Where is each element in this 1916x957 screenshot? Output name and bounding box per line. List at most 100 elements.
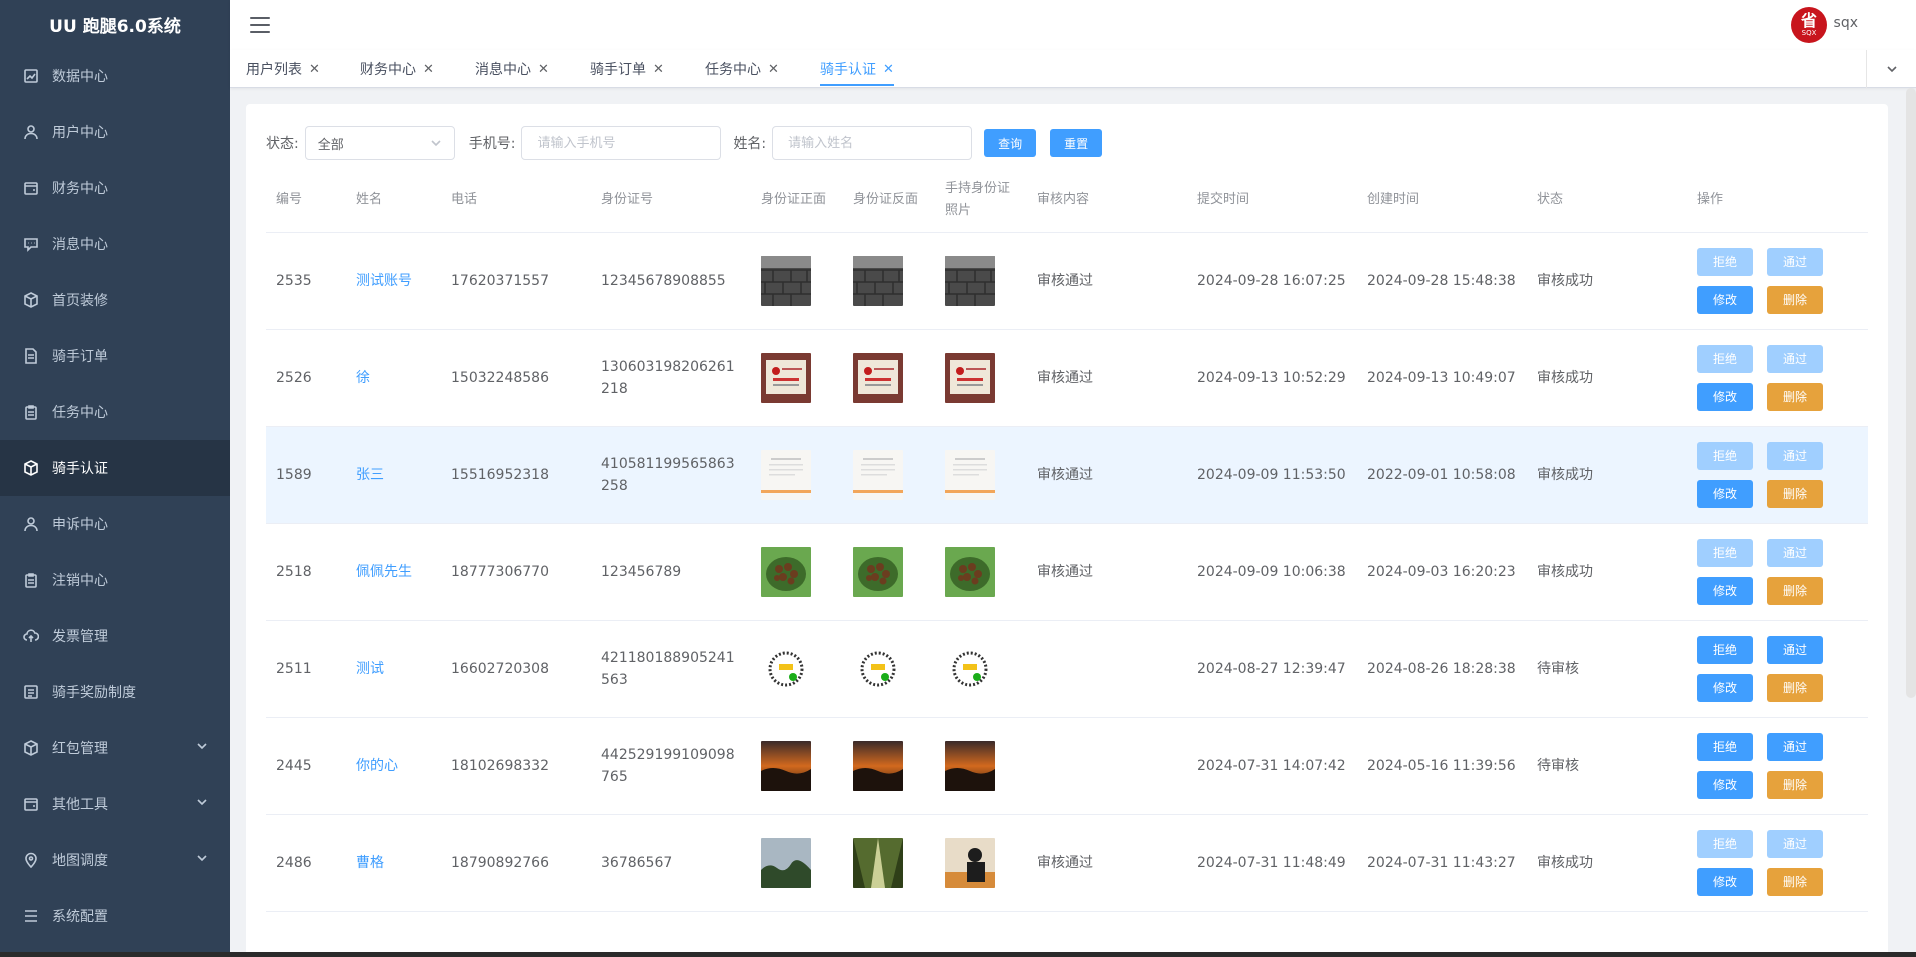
idcard-photo[interactable] xyxy=(761,352,833,403)
approve-button[interactable]: 通过 xyxy=(1767,829,1823,858)
cell-photo-2[interactable] xyxy=(935,329,1027,427)
approve-button[interactable]: 通过 xyxy=(1767,732,1823,761)
search-button[interactable]: 查询 xyxy=(984,129,1037,157)
cell-photo-2[interactable] xyxy=(935,426,1027,524)
close-icon[interactable]: ✕ xyxy=(653,62,664,77)
idcard-photo[interactable] xyxy=(853,352,925,403)
tab-0[interactable]: 用户列表 ✕ xyxy=(246,58,320,80)
cell-name-link[interactable]: 张三 xyxy=(346,426,441,524)
idcard-photo[interactable] xyxy=(945,643,1017,694)
tab-5[interactable]: 骑手认证 ✕ xyxy=(820,58,894,86)
delete-button[interactable]: 删除 xyxy=(1767,770,1823,799)
idcard-photo[interactable] xyxy=(761,255,833,306)
sidebar-item-4[interactable]: 首页装修 xyxy=(0,272,230,328)
approve-button[interactable]: 通过 xyxy=(1767,441,1823,470)
cell-name-link[interactable]: 测试账号 xyxy=(346,232,441,330)
sidebar-item-13[interactable]: 其他工具 xyxy=(0,776,230,832)
reject-button[interactable]: 拒绝 xyxy=(1697,441,1753,470)
table-row[interactable]: 2445 你的心 18102698332 442529199109098765 2024… xyxy=(266,717,1868,815)
phone-input[interactable] xyxy=(521,126,722,160)
cell-name-link[interactable]: 徐 xyxy=(346,329,441,427)
idcard-photo[interactable] xyxy=(853,643,925,694)
sidebar-item-0[interactable]: 数据中心 xyxy=(0,48,230,104)
approve-button[interactable]: 通过 xyxy=(1767,635,1823,664)
sidebar-item-10[interactable]: 发票管理 xyxy=(0,608,230,664)
close-icon[interactable]: ✕ xyxy=(883,62,894,77)
reject-button[interactable]: 拒绝 xyxy=(1697,829,1753,858)
idcard-photo[interactable] xyxy=(761,546,833,597)
cell-name-link[interactable]: 你的心 xyxy=(346,717,441,815)
idcard-photo[interactable] xyxy=(945,255,1017,306)
idcard-photo[interactable] xyxy=(853,740,925,791)
approve-button[interactable]: 通过 xyxy=(1767,344,1823,373)
idcard-photo[interactable] xyxy=(761,740,833,791)
cell-photo-2[interactable] xyxy=(935,523,1027,621)
delete-button[interactable]: 删除 xyxy=(1767,285,1823,314)
tab-3[interactable]: 骑手订单 ✕ xyxy=(590,58,664,80)
cell-photo-0[interactable] xyxy=(751,717,843,815)
delete-button[interactable]: 删除 xyxy=(1767,673,1823,702)
idcard-photo[interactable] xyxy=(761,643,833,694)
cell-photo-1[interactable] xyxy=(843,620,935,718)
sidebar-item-5[interactable]: 骑手订单 xyxy=(0,328,230,384)
edit-button[interactable]: 修改 xyxy=(1697,673,1753,702)
cell-photo-2[interactable] xyxy=(935,814,1027,912)
delete-button[interactable]: 删除 xyxy=(1767,576,1823,605)
tab-1[interactable]: 财务中心 ✕ xyxy=(360,58,434,80)
idcard-photo[interactable] xyxy=(853,546,925,597)
close-icon[interactable]: ✕ xyxy=(768,62,779,77)
cell-photo-2[interactable] xyxy=(935,620,1027,718)
name-input[interactable] xyxy=(772,126,973,160)
table-row[interactable]: 1589 张三 15516952318 410581199565863258 审核通过 2… xyxy=(266,426,1868,524)
cell-photo-0[interactable] xyxy=(751,426,843,524)
idcard-photo[interactable] xyxy=(761,449,833,500)
cell-name-link[interactable]: 测试 xyxy=(346,620,441,718)
sidebar-item-6[interactable]: 任务中心 xyxy=(0,384,230,440)
cell-photo-1[interactable] xyxy=(843,232,935,330)
cell-photo-0[interactable] xyxy=(751,329,843,427)
idcard-photo[interactable] xyxy=(853,255,925,306)
table-row[interactable]: 2535 测试账号 17620371557 12345678908855 审核通过 202… xyxy=(266,232,1868,330)
close-icon[interactable]: ✕ xyxy=(423,62,434,77)
page-scrollbar[interactable] xyxy=(1906,88,1916,698)
tags-dropdown-button[interactable] xyxy=(1866,50,1916,88)
tab-4[interactable]: 任务中心 ✕ xyxy=(705,58,779,80)
delete-button[interactable]: 删除 xyxy=(1767,382,1823,411)
cell-photo-1[interactable] xyxy=(843,814,935,912)
edit-button[interactable]: 修改 xyxy=(1697,479,1753,508)
delete-button[interactable]: 删除 xyxy=(1767,867,1823,896)
edit-button[interactable]: 修改 xyxy=(1697,382,1753,411)
cell-photo-1[interactable] xyxy=(843,426,935,524)
close-icon[interactable]: ✕ xyxy=(538,62,549,77)
delete-button[interactable]: 删除 xyxy=(1767,479,1823,508)
tab-2[interactable]: 消息中心 ✕ xyxy=(475,58,549,80)
sidebar-item-9[interactable]: 注销中心 xyxy=(0,552,230,608)
idcard-photo[interactable] xyxy=(945,449,1017,500)
username[interactable]: sqx xyxy=(1834,15,1858,31)
reset-button[interactable]: 重置 xyxy=(1050,129,1103,157)
cell-photo-1[interactable] xyxy=(843,717,935,815)
cell-photo-0[interactable] xyxy=(751,523,843,621)
sidebar-item-3[interactable]: 消息中心 xyxy=(0,216,230,272)
reject-button[interactable]: 拒绝 xyxy=(1697,732,1753,761)
cell-photo-1[interactable] xyxy=(843,523,935,621)
cell-photo-0[interactable] xyxy=(751,814,843,912)
table-row[interactable]: 2526 徐 15032248586 130603198206261218 审核通过 20… xyxy=(266,329,1868,427)
reject-button[interactable]: 拒绝 xyxy=(1697,247,1753,276)
edit-button[interactable]: 修改 xyxy=(1697,285,1753,314)
hamburger-icon[interactable] xyxy=(250,15,270,35)
cell-photo-2[interactable] xyxy=(935,232,1027,330)
edit-button[interactable]: 修改 xyxy=(1697,576,1753,605)
idcard-photo[interactable] xyxy=(761,837,833,888)
cell-photo-1[interactable] xyxy=(843,329,935,427)
status-select[interactable]: 全部 xyxy=(304,126,455,160)
approve-button[interactable]: 通过 xyxy=(1767,247,1823,276)
table-row[interactable]: 2518 佩佩先生 18777306770 123456789 审核通过 2024-09-… xyxy=(266,523,1868,621)
idcard-photo[interactable] xyxy=(945,837,1017,888)
sidebar-item-12[interactable]: 红包管理 xyxy=(0,720,230,776)
sidebar-item-1[interactable]: 用户中心 xyxy=(0,104,230,160)
sidebar-item-8[interactable]: 申诉中心 xyxy=(0,496,230,552)
approve-button[interactable]: 通过 xyxy=(1767,538,1823,567)
idcard-photo[interactable] xyxy=(853,449,925,500)
sidebar-item-15[interactable]: 系统配置 xyxy=(0,888,230,944)
